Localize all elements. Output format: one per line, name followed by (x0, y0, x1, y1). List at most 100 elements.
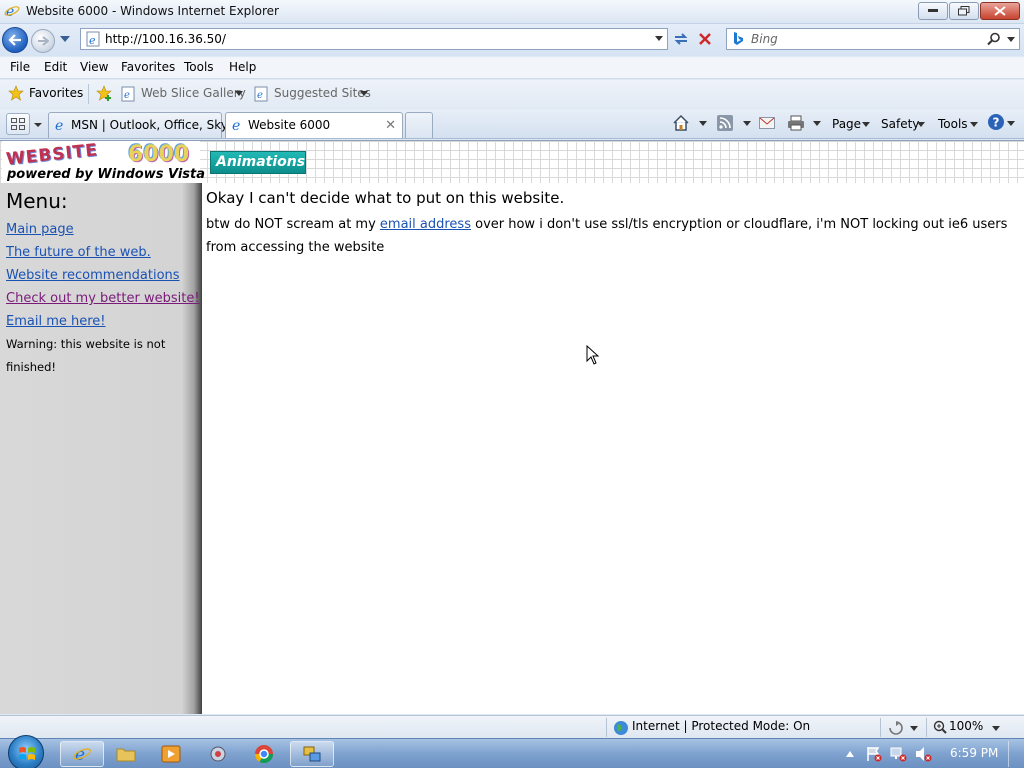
arrow-left-icon (8, 34, 21, 46)
chevron-down-icon (862, 122, 870, 127)
title-bar: e Website 6000 - Windows Internet Explor… (0, 0, 1024, 24)
print-dropdown-icon[interactable] (813, 121, 821, 126)
page-viewport: WEBSITE 6000 powered by Windows Vista An… (0, 140, 1024, 714)
menu-edit[interactable]: Edit (44, 60, 67, 74)
quick-tabs-button[interactable] (6, 113, 30, 135)
svg-text:e: e (55, 118, 63, 133)
zoom-icon[interactable] (933, 720, 947, 734)
svg-text:e: e (89, 34, 96, 47)
volume-icon[interactable] (915, 746, 933, 762)
search-dropdown-icon[interactable] (1007, 37, 1015, 42)
chevron-down-icon[interactable] (235, 91, 243, 96)
link-website-recommendations[interactable]: Website recommendations (6, 268, 180, 283)
chevron-down-icon[interactable] (360, 91, 368, 96)
link-main-page[interactable]: Main page (6, 222, 74, 237)
tab-website-6000[interactable]: e Website 6000 ✕ (225, 112, 403, 138)
tab-bar: e MSN | Outlook, Office, Sky... e Websit… (0, 109, 1024, 139)
ie-page-icon: e (230, 117, 246, 136)
svg-text:e: e (232, 118, 240, 133)
tab-msn[interactable]: e MSN | Outlook, Office, Sky... (48, 112, 238, 138)
clock[interactable]: 6:59 PM (950, 746, 998, 760)
page-icon: e (85, 31, 101, 50)
tab-list-dropdown[interactable] (32, 113, 44, 135)
add-favorite-icon[interactable] (96, 85, 114, 101)
chevron-down-icon (970, 122, 978, 127)
recent-pages-dropdown[interactable] (60, 36, 70, 42)
link-better-website[interactable]: Check out my better website! (6, 291, 200, 306)
home-icon[interactable] (672, 114, 690, 132)
chrome-icon (255, 745, 273, 764)
menu-bar: File Edit View Favorites Tools Help (0, 57, 1024, 79)
media-player-icon (161, 745, 181, 763)
close-window-button[interactable] (980, 2, 1020, 20)
print-icon[interactable] (787, 115, 805, 131)
menu-title: Menu: (6, 189, 68, 213)
zoom-level[interactable]: 100% (949, 719, 983, 733)
address-dropdown-icon[interactable] (655, 36, 663, 41)
page-paragraph: btw do NOT scream at my email address ov… (206, 217, 1008, 255)
taskbar-media-player-button[interactable] (151, 741, 191, 767)
suggested-sites-link[interactable]: Suggested Sites (274, 86, 371, 100)
action-center-icon[interactable] (866, 746, 882, 762)
security-zone-text[interactable]: Internet | Protected Mode: On (632, 719, 810, 733)
svg-text:e: e (124, 90, 130, 101)
new-tab-button[interactable] (405, 112, 433, 138)
arrow-right-icon (38, 36, 49, 46)
network-icon[interactable] (890, 746, 908, 762)
back-button[interactable] (2, 27, 28, 53)
menu-help[interactable]: Help (229, 60, 256, 74)
tab-label: Website 6000 (248, 118, 331, 132)
show-desktop-button[interactable] (1008, 741, 1022, 767)
stop-icon[interactable] (695, 29, 715, 49)
refresh-icon[interactable] (671, 29, 691, 49)
help-icon[interactable]: ? (987, 113, 1005, 131)
menu-tools[interactable]: Tools (184, 60, 214, 74)
start-button[interactable] (8, 735, 44, 768)
globe-icon (614, 721, 628, 735)
zoom-dropdown-icon[interactable] (992, 726, 1000, 731)
favorites-bar: Favorites e Web Slice Gallery e Suggeste… (0, 80, 1024, 108)
grid-icon (11, 118, 25, 130)
windows-logo-icon (19, 747, 35, 760)
taskbar-ie-button[interactable]: e (60, 741, 104, 767)
app-icon (210, 746, 226, 762)
feeds-dropdown-icon[interactable] (743, 121, 751, 126)
ie-icon: e (73, 745, 91, 764)
ie-page-icon: e (53, 117, 69, 136)
popup-blocker-icon[interactable] (888, 721, 904, 735)
link-email-me[interactable]: Email me here! (6, 314, 106, 329)
email-address-link[interactable]: email address (380, 217, 471, 232)
chevron-down-icon[interactable] (910, 726, 918, 731)
taskbar-chrome-button[interactable] (244, 741, 284, 767)
tab-label: MSN | Outlook, Office, Sky... (71, 118, 238, 132)
star-icon[interactable] (8, 85, 24, 101)
sidebar-menu: Menu: Main page The future of the web. W… (0, 183, 202, 714)
web-slice-icon: e (121, 86, 135, 102)
search-icon[interactable] (987, 32, 1001, 46)
menu-view[interactable]: View (80, 60, 108, 74)
search-box[interactable]: Bing (726, 28, 1020, 50)
feeds-icon[interactable] (717, 115, 733, 131)
bing-icon (731, 31, 745, 50)
taskbar-window-button[interactable] (290, 741, 334, 767)
window-icon (303, 746, 321, 762)
home-dropdown-icon[interactable] (699, 121, 707, 126)
favorites-button[interactable]: Favorites (29, 86, 83, 100)
web-slice-gallery-link[interactable]: Web Slice Gallery (141, 86, 246, 100)
mail-icon[interactable] (759, 116, 775, 130)
menu-favorites[interactable]: Favorites (121, 60, 175, 74)
url-text[interactable]: http://100.16.36.50/ (105, 32, 226, 46)
taskbar-app-button[interactable] (198, 741, 238, 767)
forward-button[interactable] (31, 29, 55, 53)
minimize-button[interactable] (918, 2, 948, 20)
menu-file[interactable]: File (10, 60, 30, 74)
link-future-of-web[interactable]: The future of the web. (6, 245, 151, 260)
svg-text:e: e (257, 90, 263, 101)
restore-button[interactable] (949, 2, 979, 20)
address-bar[interactable]: e http://100.16.36.50/ (80, 28, 668, 50)
help-dropdown-icon[interactable] (1007, 121, 1015, 126)
animations-button[interactable]: Animations (210, 151, 306, 174)
show-hidden-icons[interactable] (846, 751, 854, 757)
close-tab-icon[interactable]: ✕ (385, 118, 396, 133)
taskbar-explorer-button[interactable] (106, 741, 146, 767)
